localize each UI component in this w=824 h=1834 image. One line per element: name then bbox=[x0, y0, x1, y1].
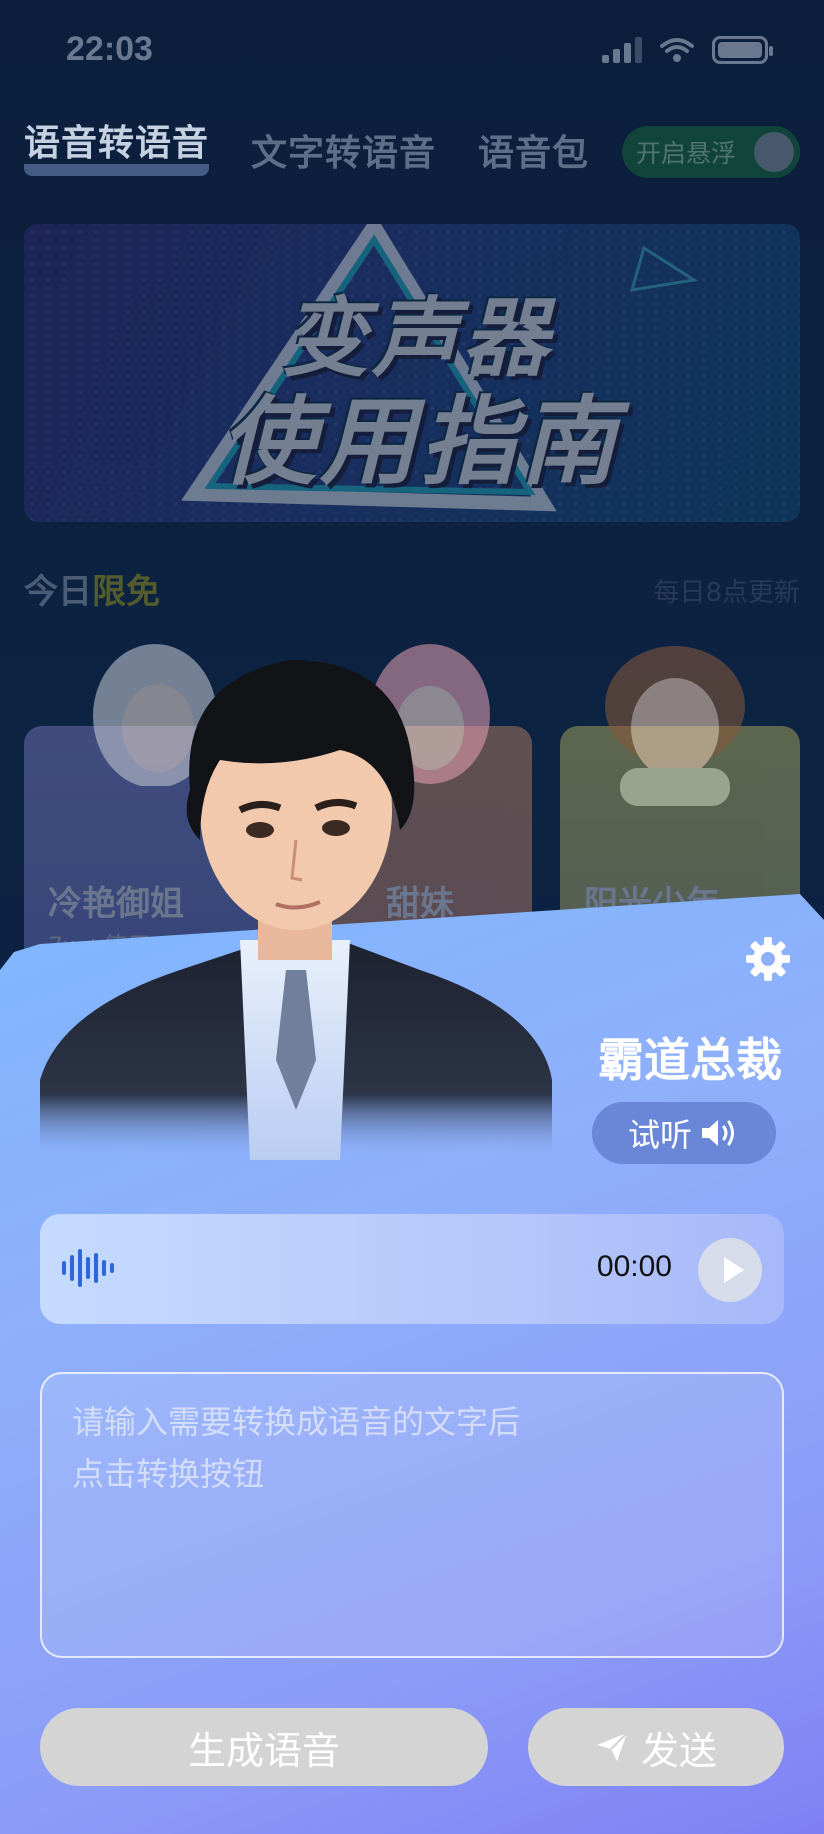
toggle-knob bbox=[754, 132, 794, 172]
battery-icon bbox=[712, 36, 773, 64]
top-tabs: 语音转语音 文字转语音 语音包 bbox=[24, 124, 589, 176]
section-title-prefix: 今日 bbox=[24, 572, 92, 612]
status-icons bbox=[602, 36, 773, 64]
guide-banner[interactable]: 变声器 使用指南 bbox=[24, 224, 800, 522]
play-button[interactable] bbox=[698, 1238, 762, 1302]
generate-voice-button[interactable]: 生成语音 bbox=[40, 1708, 488, 1786]
section-title-highlight: 限免 bbox=[92, 572, 160, 612]
waveform-icon bbox=[62, 1248, 114, 1288]
text-input[interactable] bbox=[40, 1372, 784, 1658]
send-label: 发送 bbox=[640, 1728, 717, 1773]
send-button[interactable]: 发送 bbox=[528, 1708, 784, 1786]
listen-label: 试听 bbox=[627, 1116, 692, 1154]
audio-time: 00:00 bbox=[596, 1250, 672, 1283]
float-toggle[interactable]: 开启悬浮 bbox=[622, 126, 800, 178]
tab-voice-to-voice[interactable]: 语音转语音 bbox=[24, 124, 210, 176]
ceo-avatar bbox=[40, 660, 552, 1160]
curly-hair-avatar bbox=[605, 646, 745, 806]
status-time: 22:03 bbox=[66, 30, 153, 68]
tab-text-to-voice[interactable]: 文字转语音 bbox=[251, 124, 436, 176]
wifi-icon bbox=[660, 38, 694, 62]
tab-voice-pack[interactable]: 语音包 bbox=[478, 124, 589, 176]
app-screen: 22:03 语音转语音 文字转语音 语音包 开启悬浮 变声器 使用指南 今日限免… bbox=[0, 0, 824, 1834]
speaker-icon bbox=[702, 1120, 734, 1146]
banner-title-line2: 使用指南 bbox=[220, 386, 620, 498]
section-update-note: 每日8点更新 bbox=[653, 578, 800, 608]
audio-player: 00:00 bbox=[40, 1214, 784, 1324]
signal-icon bbox=[602, 37, 642, 63]
float-toggle-label: 开启悬浮 bbox=[636, 139, 737, 168]
listen-button[interactable]: 试听 bbox=[592, 1102, 776, 1164]
paper-plane-icon bbox=[596, 1732, 628, 1761]
selected-voice-name: 霸道总裁 bbox=[598, 1033, 782, 1087]
section-title: 今日限免 bbox=[24, 564, 160, 613]
settings-gear-icon[interactable] bbox=[744, 935, 792, 983]
